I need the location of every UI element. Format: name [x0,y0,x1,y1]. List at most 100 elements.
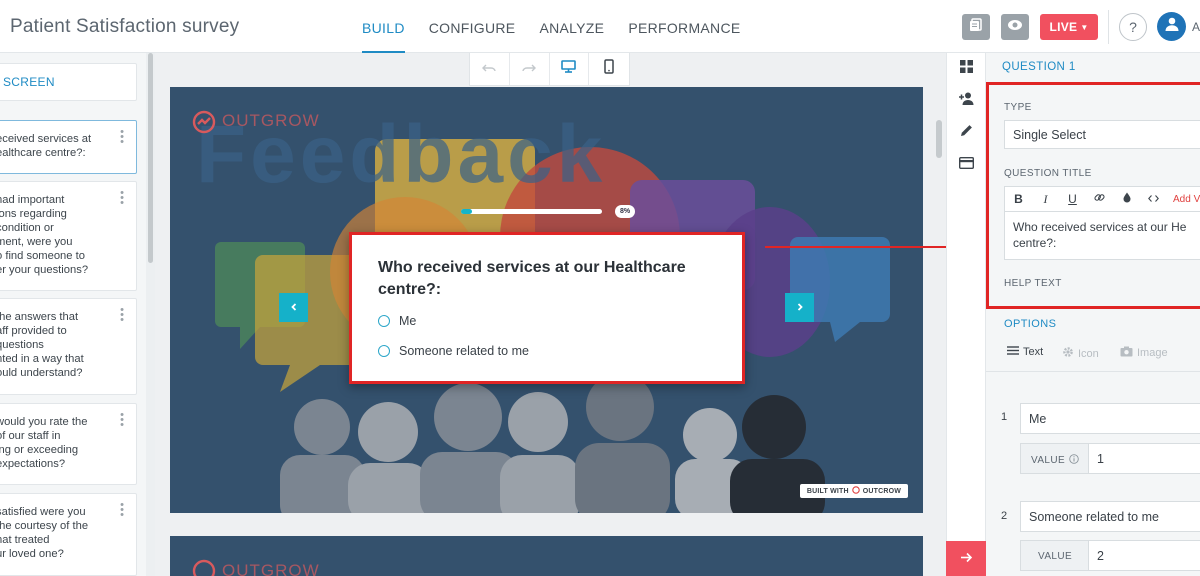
more-vertical-icon[interactable]: • • • [120,305,124,326]
progress-track [461,209,602,214]
screen-card[interactable]: SCREEN [0,63,137,101]
link-button[interactable] [1086,187,1113,211]
mobile-view-button[interactable] [589,53,629,85]
camera-icon [1120,346,1133,360]
option-1-input[interactable]: Me [1020,403,1200,434]
canvas-scrollbar[interactable] [936,120,942,158]
droplet-icon [1123,192,1131,206]
main-nav: BUILD CONFIGURE ANALYZE PERFORMANCE [350,0,753,53]
question-sidebar: SCREEN eceived services at ealthcare cen… [0,53,155,576]
sidebar-question-5[interactable]: satisfied were you the courtesy of the h… [0,493,137,576]
source-code-button[interactable] [1140,187,1167,211]
lead-gen-button[interactable] [947,85,986,117]
app-title: Patient Satisfaction survey [10,16,240,37]
question-text: satisfied were you the courtesy of the h… [0,506,89,560]
more-vertical-icon[interactable]: • • • [120,127,124,148]
help-text-label[interactable]: HELP TEXT [1004,278,1062,289]
more-vertical-icon[interactable]: • • • [120,500,124,521]
sidebar-question-1[interactable]: eceived services at ealthcare centre?: •… [0,120,137,174]
tab-label: Image [1137,347,1168,359]
question-text: would you rate the of our staff in ing o… [0,416,88,470]
tab-option-image[interactable]: Image [1120,346,1168,360]
option-2-value-input[interactable]: 2 [1088,540,1200,571]
live-label: LIVE [1049,20,1078,34]
edit-button[interactable] [947,117,986,149]
radio-button[interactable] [378,345,390,357]
built-with-label: BUILT WITH [806,487,849,495]
question-title-label: QUESTION TITLE [1004,168,1092,179]
divider [1108,10,1109,44]
next-slide-button[interactable] [785,293,814,322]
desktop-view-button[interactable] [550,53,590,85]
option-1-value-row: VALUE 1 [1020,443,1200,474]
answer-label: Me [399,314,417,328]
option-number: 2 [1001,510,1008,522]
tab-label: Text [1023,346,1044,358]
live-dropdown-button[interactable]: LIVE ▼ [1040,14,1098,40]
underline-button[interactable]: U [1059,187,1086,211]
question-title-editor[interactable]: Who received services at our He centre?: [1004,212,1200,260]
user-avatar[interactable] [1157,12,1186,41]
code-icon [1148,192,1159,206]
previous-slide-button[interactable] [279,293,308,322]
answer-label: Someone related to me [399,344,529,358]
tab-option-text[interactable]: Text [1007,346,1043,358]
italic-button[interactable]: I [1032,187,1059,211]
tab-analyze[interactable]: ANALYZE [527,0,616,53]
sidebar-scroll-thumb[interactable] [148,53,153,263]
credit-card-icon [958,156,975,174]
sidebar-question-3[interactable]: the answers that aff provided to questio… [0,298,137,395]
option-2-value-row: VALUE 2 [1020,540,1200,571]
sidebar-question-4[interactable]: would you rate the of our staff in ing o… [0,403,137,485]
undo-button[interactable] [470,53,510,85]
value-label: VALUE [1031,454,1079,467]
outgrow-logo-icon [192,559,216,576]
redo-button[interactable] [510,53,550,85]
question-title: Who received services at our Healthcare … [378,259,686,298]
radio-button[interactable] [378,315,390,327]
tab-build[interactable]: BUILD [350,0,417,53]
link-icon [1094,192,1105,206]
chevron-left-icon [289,299,299,317]
redo-icon [522,60,537,78]
question-title-text: Who received services at our He centre?: [1013,220,1187,250]
exit-button[interactable] [946,541,986,576]
option-1-value-input[interactable]: 1 [1088,443,1200,474]
answer-option-1[interactable]: Me [378,314,416,328]
pages-button[interactable] [962,14,990,40]
help-button[interactable]: ? [1119,13,1147,41]
device-toolbar [469,53,630,86]
tab-option-icon[interactable]: Icon [1062,346,1099,361]
option-2-input[interactable]: Someone related to me [1020,501,1200,532]
built-with-brand: OUTCROW [862,487,902,495]
info-icon[interactable] [1069,454,1079,467]
question-card: Who received services at our Healthcare … [349,232,745,384]
tab-performance[interactable]: PERFORMANCE [616,0,752,53]
more-vertical-icon[interactable]: • • • [120,410,124,431]
built-with-badge[interactable]: BUILT WITH OUTCROW [800,484,908,498]
tab-configure[interactable]: CONFIGURE [417,0,528,53]
eye-icon [1007,18,1023,36]
desktop-icon [561,60,577,78]
arrow-right-icon [960,550,973,568]
screen-label: SCREEN [3,75,55,89]
grid-icon [960,60,973,78]
more-vertical-icon[interactable]: • • • [120,188,124,209]
pencil-icon [960,124,973,142]
color-button[interactable] [1113,187,1140,211]
top-bar: Patient Satisfaction survey BUILD CONFIG… [0,0,1200,53]
answer-option-2[interactable]: Someone related to me [378,344,529,358]
sidebar-question-2[interactable]: had important ions regarding condition o… [0,181,137,291]
gear-icon [1062,346,1074,361]
panel-section-title: QUESTION 1 [1002,61,1076,73]
bold-button[interactable]: B [1005,187,1032,211]
rich-text-toolbar: B I U Add V [1004,186,1200,212]
progress-fill [461,209,473,214]
tab-label: Icon [1078,347,1099,360]
add-variable-link[interactable]: Add V [1173,194,1200,205]
layout-button[interactable] [947,53,986,85]
preview-button[interactable] [1001,14,1029,40]
payment-button[interactable] [947,149,986,181]
type-select[interactable]: Single Select [1004,120,1200,149]
list-icon [1007,346,1019,358]
